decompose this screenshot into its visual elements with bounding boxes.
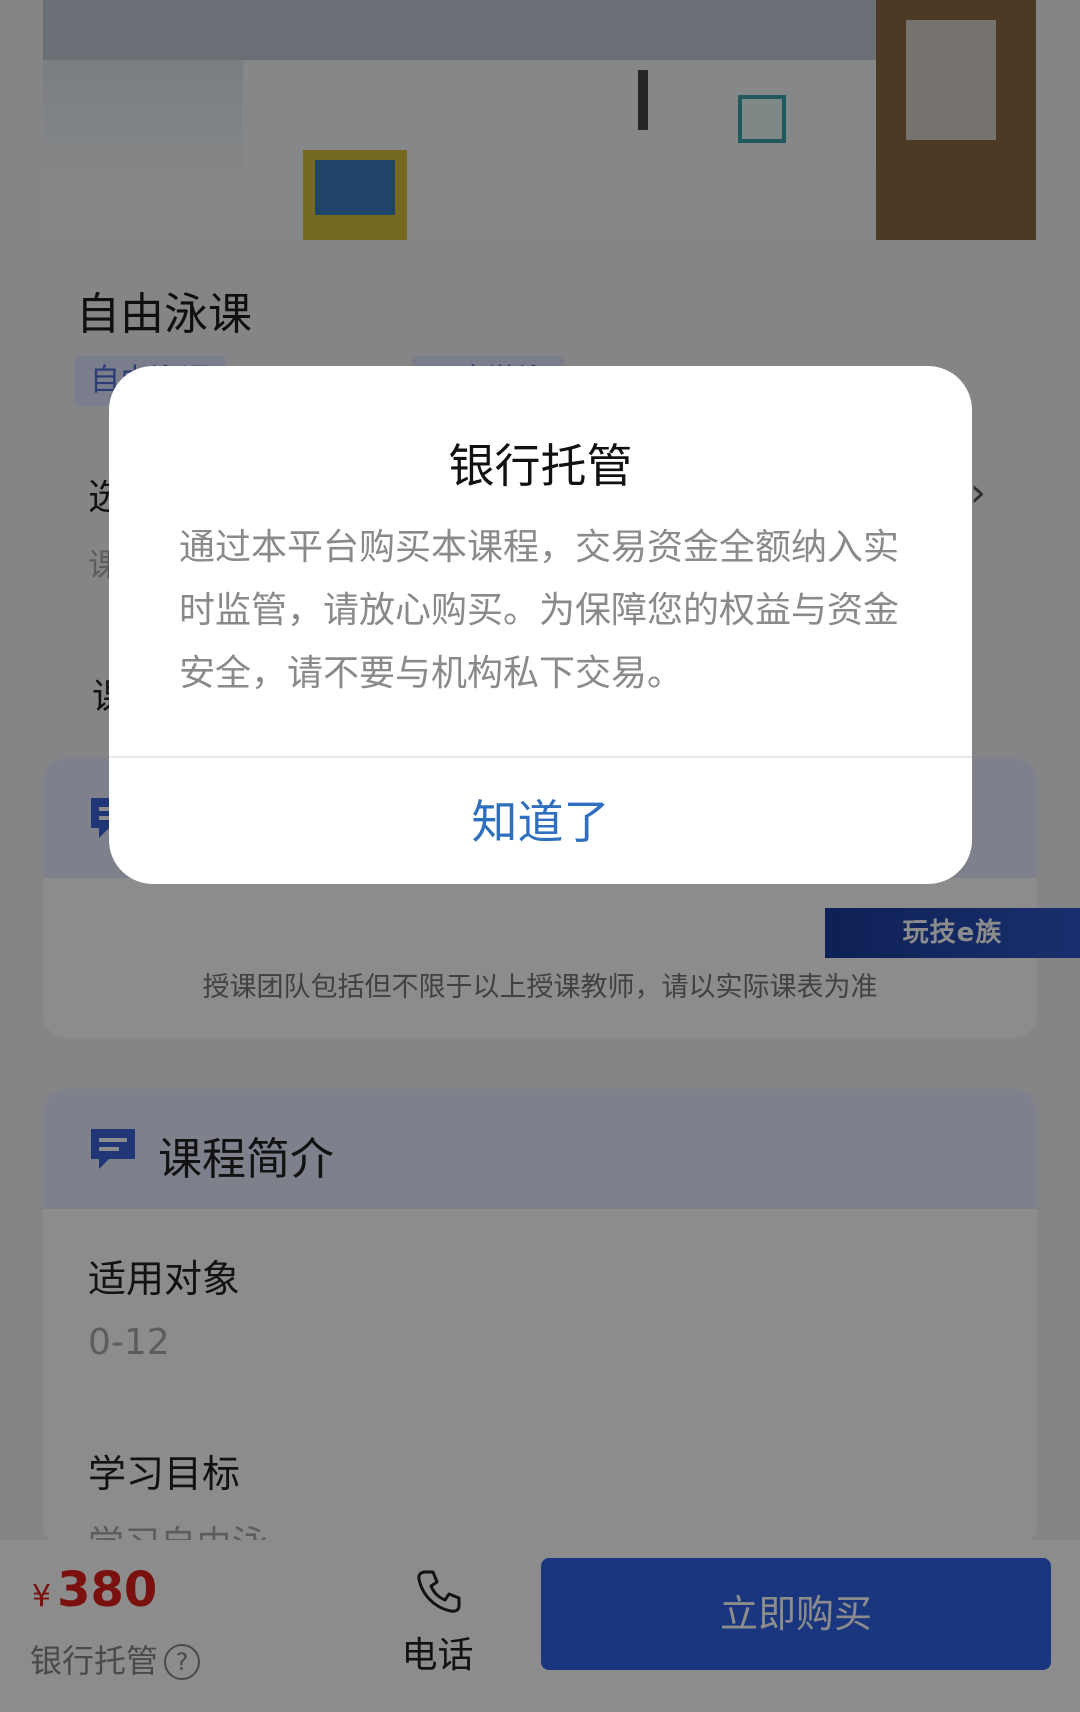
- escrow-dialog: 银行托管 通过本平台购买本课程，交易资金全额纳入实时监管，请放心购买。为保障您的…: [109, 366, 972, 884]
- dialog-title: 银行托管: [448, 439, 633, 493]
- dialog-ok-button[interactable]: 知道了: [109, 758, 972, 884]
- dialog-body: 通过本平台购买本课程，交易资金全额纳入实时监管，请放心购买。为保障您的权益与资金…: [179, 527, 900, 694]
